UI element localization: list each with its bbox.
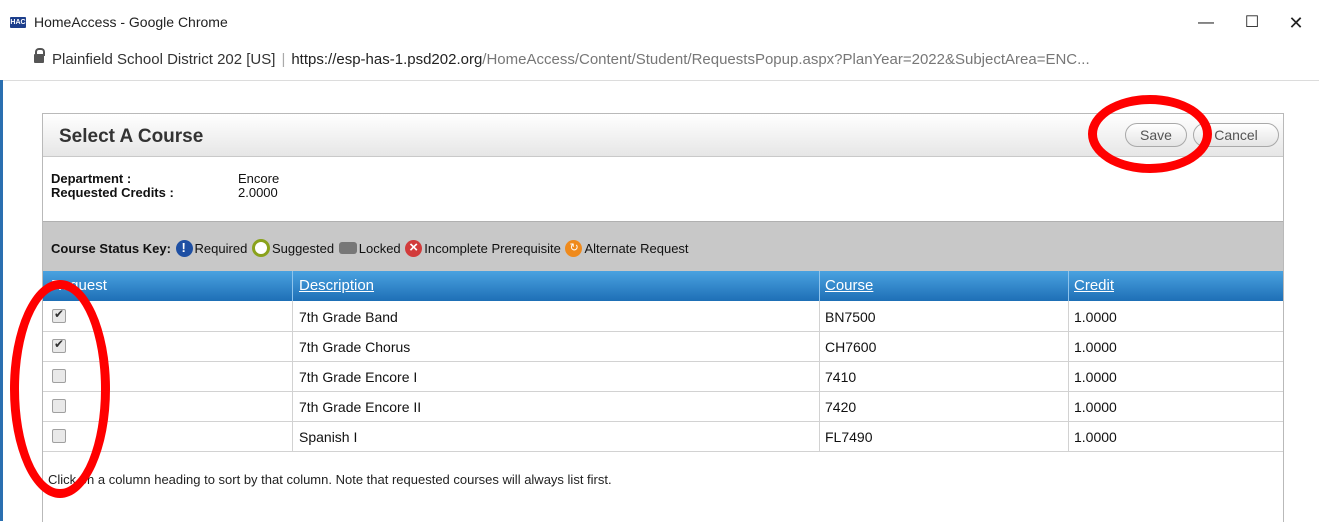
table-row: Spanish I FL7490 1.0000 [43, 421, 1283, 452]
incomplete-prerequisite-icon [405, 239, 423, 257]
cell-divider [292, 301, 293, 331]
address-separator: | [281, 51, 286, 68]
dialog-title: Select A Course [59, 126, 204, 147]
checkbox-highlight-annotation [10, 280, 110, 498]
course-description: Spanish I [299, 429, 358, 445]
status-key-suggested: Suggested [271, 241, 335, 256]
window-titlebar: HAC HomeAccess - Google Chrome — ☐ ✕ [0, 0, 1319, 42]
column-divider [819, 271, 820, 301]
cell-divider [819, 361, 820, 391]
course-code: 7420 [825, 399, 857, 415]
column-divider [1068, 271, 1069, 301]
status-key: Course Status Key: Required Suggested Lo… [51, 239, 689, 257]
cell-divider [1068, 301, 1069, 331]
cell-divider [1068, 421, 1069, 451]
status-key-label: Course Status Key: [51, 241, 171, 256]
course-description: 7th Grade Encore II [299, 399, 422, 415]
select-course-dialog: Select A Course Save Cancel Department :… [42, 113, 1284, 522]
department-value: Encore [238, 171, 280, 186]
locked-icon [338, 242, 357, 254]
table-row: 7th Grade Chorus CH7600 1.0000 [43, 331, 1283, 362]
cell-divider [1068, 361, 1069, 391]
background-page-edge [0, 80, 3, 521]
cell-divider [819, 331, 820, 361]
course-description: 7th Grade Band [299, 309, 398, 325]
maximize-button[interactable]: ☐ [1229, 8, 1275, 38]
cell-divider [1068, 391, 1069, 421]
required-icon [175, 240, 193, 257]
column-description[interactable]: Description [299, 277, 374, 294]
cell-divider [292, 421, 293, 451]
course-table-header: Request Description Course Credit [43, 271, 1283, 301]
cell-divider [819, 301, 820, 331]
status-key-alternate: Alternate Request [584, 241, 689, 256]
cell-divider [1068, 331, 1069, 361]
requested-credits-label: Requested Credits : [51, 185, 174, 200]
url-display[interactable]: Plainfield School District 202 [US] | http… [52, 51, 1090, 68]
course-credit: 1.0000 [1074, 369, 1117, 385]
status-key-locked: Locked [358, 241, 401, 256]
status-key-required: Required [194, 241, 248, 256]
alternate-request-icon [565, 240, 583, 257]
save-highlight-annotation [1088, 95, 1212, 173]
column-credit[interactable]: Credit [1074, 277, 1114, 294]
minimize-button[interactable]: — [1183, 8, 1229, 38]
column-course[interactable]: Course [825, 277, 873, 294]
course-credit: 1.0000 [1074, 339, 1117, 355]
url-path: /HomeAccess/Content/Student/RequestsPopu… [482, 51, 1090, 68]
suggested-icon [251, 239, 270, 257]
site-name: Plainfield School District 202 [US] [52, 51, 276, 68]
course-code: BN7500 [825, 309, 876, 325]
address-bar[interactable]: Plainfield School District 202 [US] | http… [0, 42, 1319, 81]
table-row: 7th Grade Encore II 7420 1.0000 [43, 391, 1283, 422]
lock-icon[interactable] [34, 48, 45, 63]
window-title: HomeAccess - Google Chrome [34, 14, 228, 30]
course-credit: 1.0000 [1074, 429, 1117, 445]
app-icon: HAC [10, 17, 26, 28]
course-credit: 1.0000 [1074, 399, 1117, 415]
department-label: Department : [51, 171, 132, 186]
course-code: CH7600 [825, 339, 877, 355]
course-code: 7410 [825, 369, 857, 385]
url-host: https://esp-has-1.psd202.org [291, 51, 483, 68]
table-row: 7th Grade Band BN7500 1.0000 [43, 301, 1283, 332]
cell-divider [292, 391, 293, 421]
cell-divider [292, 361, 293, 391]
requested-credits-value: 2.0000 [238, 185, 278, 200]
cell-divider [292, 331, 293, 361]
course-code: FL7490 [825, 429, 873, 445]
cell-divider [819, 391, 820, 421]
table-row: 7th Grade Encore I 7410 1.0000 [43, 361, 1283, 392]
course-description: 7th Grade Encore I [299, 369, 418, 385]
course-description: 7th Grade Chorus [299, 339, 411, 355]
status-key-bar: Course Status Key: Required Suggested Lo… [43, 221, 1283, 272]
sort-hint: Click on a column heading to sort by tha… [48, 472, 612, 487]
course-credit: 1.0000 [1074, 309, 1117, 325]
column-divider [292, 271, 293, 301]
cell-divider [819, 421, 820, 451]
close-window-button[interactable]: ✕ [1273, 8, 1319, 38]
status-key-incomplete: Incomplete Prerequisite [424, 241, 561, 256]
